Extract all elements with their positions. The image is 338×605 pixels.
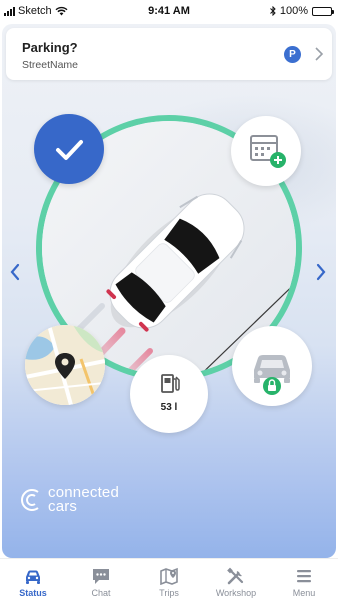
tab-menu[interactable]: Menu bbox=[274, 567, 334, 598]
status-right: 100% bbox=[270, 5, 334, 17]
brand-name: connected cars bbox=[48, 485, 119, 515]
tab-status-label: Status bbox=[19, 588, 47, 598]
fuel-level-button[interactable]: 53 l bbox=[130, 355, 208, 433]
parked-location-map-button[interactable] bbox=[25, 325, 105, 405]
tab-trips[interactable]: Trips bbox=[139, 567, 199, 598]
check-icon bbox=[56, 140, 83, 160]
parking-card[interactable]: Parking? StreetName P bbox=[6, 28, 332, 80]
tab-chat-label: Chat bbox=[91, 588, 111, 598]
battery-icon bbox=[312, 6, 334, 16]
map-icon bbox=[25, 325, 105, 405]
chat-icon bbox=[93, 569, 109, 584]
battery-percent: 100% bbox=[279, 5, 308, 17]
car-lock-icon bbox=[254, 355, 290, 395]
tools-icon bbox=[227, 567, 244, 585]
chevron-right-icon bbox=[315, 47, 324, 61]
calendar-add-icon bbox=[250, 135, 286, 168]
car-lock-button[interactable] bbox=[232, 326, 312, 406]
trips-map-icon bbox=[160, 567, 178, 585]
tab-workshop-label: Workshop bbox=[215, 588, 257, 598]
parking-badge-icon: P bbox=[284, 46, 301, 63]
brand-line-2: cars bbox=[48, 498, 78, 515]
connected-cars-logo-icon bbox=[21, 489, 39, 511]
status-bar: Sketch 9:41 AM 100% bbox=[0, 0, 338, 22]
tab-menu-label: Menu bbox=[292, 588, 316, 598]
add-appointment-button[interactable] bbox=[231, 116, 301, 186]
connected-cars-logo: connected cars bbox=[18, 485, 119, 515]
menu-icon bbox=[297, 570, 311, 583]
tab-status[interactable]: Status bbox=[3, 567, 63, 598]
fuel-level-label: 53 l bbox=[160, 402, 178, 413]
parking-street: StreetName bbox=[22, 59, 79, 71]
tab-bar: Status Chat Trips Workshop Menu bbox=[0, 558, 338, 605]
bluetooth-icon bbox=[270, 6, 276, 16]
app-screen: Sketch 9:41 AM 100% Parking? StreetName … bbox=[0, 0, 338, 605]
chevron-left-icon[interactable] bbox=[8, 262, 22, 282]
car-icon bbox=[26, 570, 40, 584]
tab-chat[interactable]: Chat bbox=[71, 567, 131, 598]
tab-workshop[interactable]: Workshop bbox=[206, 567, 266, 598]
parking-title: Parking? bbox=[22, 40, 78, 55]
chevron-right-icon[interactable] bbox=[314, 262, 328, 282]
fuel-icon bbox=[161, 374, 180, 393]
tab-trips-label: Trips bbox=[159, 588, 179, 598]
status-ok-button[interactable] bbox=[34, 114, 104, 184]
